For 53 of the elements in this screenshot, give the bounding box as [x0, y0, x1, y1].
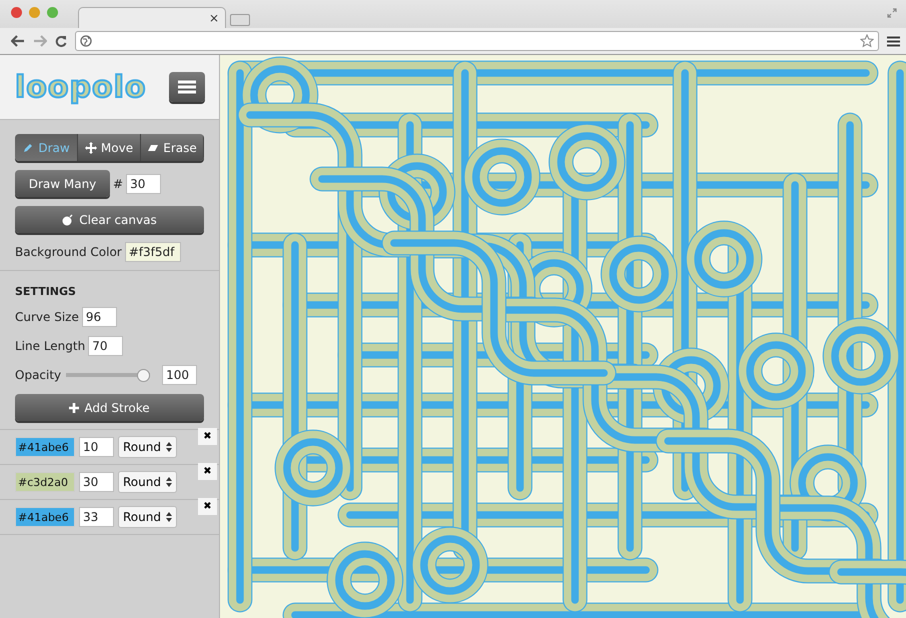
- line-length-field[interactable]: 70: [88, 336, 124, 356]
- line-cap-select[interactable]: Round: [118, 471, 177, 493]
- background-color-label: Background Color: [15, 245, 122, 259]
- browser-tab[interactable]: ×: [78, 7, 226, 28]
- updown-icon: [166, 477, 172, 487]
- background-color-field[interactable]: #f3f5df: [124, 242, 181, 262]
- globe-icon: [80, 35, 92, 47]
- stroke-width-field[interactable]: 30: [79, 472, 114, 492]
- menu-icon[interactable]: [887, 36, 900, 46]
- settings-heading: SETTINGS: [15, 285, 77, 298]
- stroke-color-field[interactable]: #c3d2a0: [15, 472, 75, 492]
- new-tab-button[interactable]: [230, 14, 250, 26]
- forward-icon[interactable]: [33, 35, 47, 47]
- menu-icon: [178, 80, 196, 94]
- line-cap-select[interactable]: Round: [118, 436, 177, 458]
- line-cap-select[interactable]: Round: [118, 506, 177, 528]
- count-field[interactable]: 30: [126, 174, 162, 194]
- curve-size-field[interactable]: 96: [82, 307, 117, 327]
- pencil-icon: [22, 142, 34, 154]
- stroke-width-field[interactable]: 10: [79, 437, 114, 457]
- opacity-field[interactable]: 100: [162, 365, 198, 385]
- clear-canvas-button[interactable]: Clear canvas: [15, 206, 204, 233]
- remove-stroke-button[interactable]: ✖: [198, 428, 217, 445]
- opacity-label: Opacity: [15, 368, 62, 382]
- updown-icon: [166, 442, 172, 452]
- menu-button[interactable]: [169, 72, 205, 102]
- star-icon[interactable]: [860, 34, 874, 48]
- updown-icon: [166, 512, 172, 522]
- tool-button[interactable]: Erase: [141, 134, 204, 161]
- slider-thumb[interactable]: [137, 368, 150, 382]
- reload-icon[interactable]: [55, 35, 67, 47]
- tab-close-button[interactable]: ×: [208, 11, 219, 25]
- logo: loopolo: [15, 70, 146, 104]
- stroke-color-field[interactable]: #41abe6: [15, 437, 75, 457]
- zoom-window-icon[interactable]: [47, 7, 58, 18]
- fullscreen-icon[interactable]: [887, 8, 897, 18]
- plus-icon: [69, 402, 80, 412]
- back-icon[interactable]: [11, 35, 25, 47]
- curve-size-label: Curve Size: [15, 310, 79, 324]
- tool-button[interactable]: Move: [78, 134, 141, 161]
- close-window-icon[interactable]: [11, 7, 22, 18]
- stroke-width-field[interactable]: 33: [79, 507, 114, 527]
- draw-many-button[interactable]: Draw Many: [15, 170, 110, 197]
- remove-stroke-button[interactable]: ✖: [198, 463, 217, 480]
- count-label: #: [113, 176, 124, 190]
- bomb-icon: [62, 214, 74, 226]
- move-icon: [84, 142, 97, 154]
- line-length-label: Line Length: [15, 339, 86, 353]
- minimize-window-icon[interactable]: [29, 7, 40, 18]
- address-bar[interactable]: [75, 31, 879, 51]
- stroke-color-field[interactable]: #41abe6: [15, 507, 75, 527]
- add-stroke-button[interactable]: Add Stroke: [15, 394, 204, 421]
- remove-stroke-button[interactable]: ✖: [198, 498, 217, 515]
